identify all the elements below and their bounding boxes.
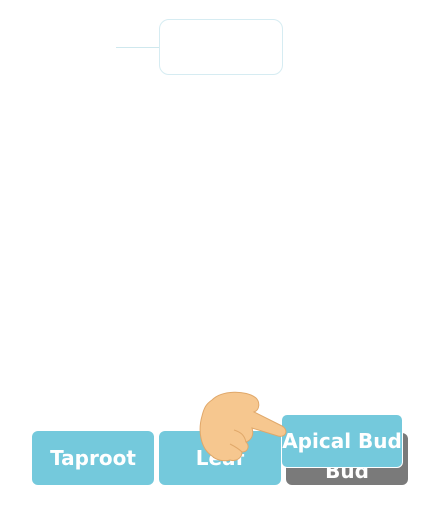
- drop-target-box[interactable]: [159, 19, 283, 75]
- tile-label: Apical Bud: [282, 428, 402, 453]
- connector-line: [116, 47, 160, 48]
- answer-tile-taproot[interactable]: Taproot: [32, 431, 154, 485]
- tile-label: Taproot: [50, 445, 136, 470]
- pointing-hand-icon: [199, 391, 287, 462]
- answer-tile-apical-bud[interactable]: Apical Bud: [281, 414, 403, 468]
